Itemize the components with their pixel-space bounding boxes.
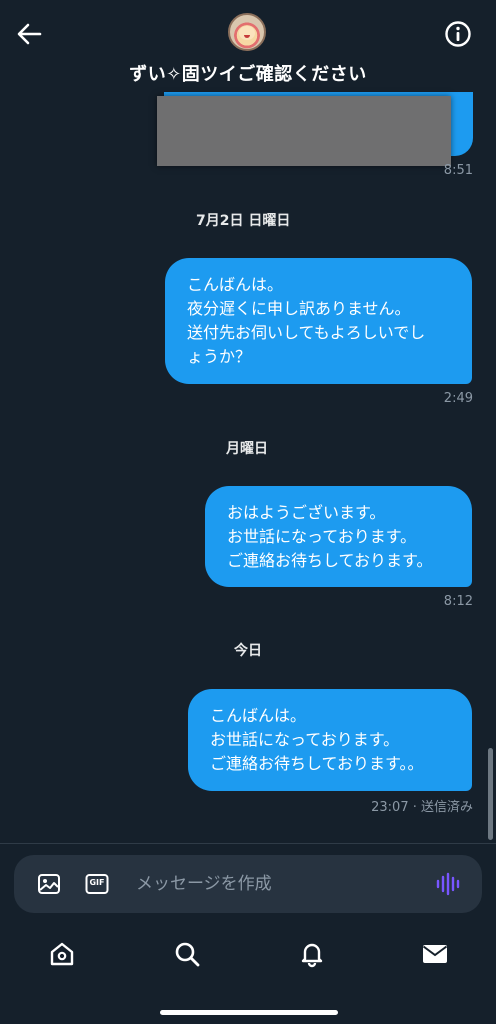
message-input[interactable] xyxy=(136,869,416,899)
bottom-navigation xyxy=(0,925,496,985)
message-composer: GIF xyxy=(14,855,482,913)
message-bubble[interactable]: おはようございます。 お世話になっております。 ご連絡お待ちしております。 xyxy=(205,486,472,587)
nav-home[interactable] xyxy=(47,939,77,969)
message-line: こんばんは。 xyxy=(210,706,307,725)
message-line: ご連絡お待ちしております。。 xyxy=(210,754,424,773)
message-line: ょうか？ xyxy=(187,347,252,366)
back-button[interactable] xyxy=(14,20,44,48)
message-line: ご連絡お待ちしております。 xyxy=(227,550,433,570)
message-line: おはようございます。 xyxy=(227,502,386,522)
message-time: 2:49 xyxy=(443,391,473,406)
scrollbar[interactable] xyxy=(488,748,493,840)
mail-icon xyxy=(422,945,448,963)
message-status: 23:07 · 送信済み xyxy=(371,800,473,815)
date-separator: 月曜日 xyxy=(226,441,268,457)
message-time: 8:12 xyxy=(443,594,473,609)
message-time: 8:51 xyxy=(443,163,473,178)
gif-button[interactable]: GIF xyxy=(85,872,109,896)
redacted-image xyxy=(157,96,451,166)
voice-message-button[interactable] xyxy=(435,872,461,896)
message-line: お世話になっております。 xyxy=(210,730,400,749)
message-line: お世話になっております。 xyxy=(227,526,417,546)
voice-waveform-icon xyxy=(436,872,460,896)
date-separator: 7月2日 日曜日 xyxy=(196,213,291,229)
nav-notifications[interactable] xyxy=(297,939,327,969)
conversation-title[interactable]: ずい✧固ツイご確認ください xyxy=(0,60,496,86)
divider xyxy=(0,843,496,844)
info-button[interactable] xyxy=(443,19,473,49)
message-line: こんばんは。 xyxy=(187,275,284,294)
arrow-left-icon xyxy=(17,23,42,45)
gif-label: GIF xyxy=(89,878,105,887)
message-bubble[interactable]: こんばんは。 お世話になっております。 ご連絡お待ちしております。。 xyxy=(188,689,472,791)
message-bubble[interactable]: こんばんは。 夜分遅くに申し訳ありません。 送付先お伺いしてもよろしいでし ょう… xyxy=(165,258,472,384)
message-line: 送付先お伺いしてもよろしいでし xyxy=(187,323,426,342)
bell-icon xyxy=(301,943,323,968)
nav-search[interactable] xyxy=(172,939,202,969)
message-line: 夜分遅くに申し訳ありません。 xyxy=(187,299,411,318)
home-icon xyxy=(50,942,74,966)
search-icon xyxy=(175,942,200,967)
home-indicator[interactable] xyxy=(160,1010,338,1015)
nav-messages[interactable] xyxy=(420,939,450,969)
date-separator: 今日 xyxy=(234,643,262,659)
avatar[interactable] xyxy=(228,13,266,51)
conversation-header: ずい✧固ツイご確認ください xyxy=(0,0,496,92)
image-icon xyxy=(38,874,60,894)
image-button[interactable] xyxy=(37,872,61,896)
info-icon xyxy=(445,21,471,47)
